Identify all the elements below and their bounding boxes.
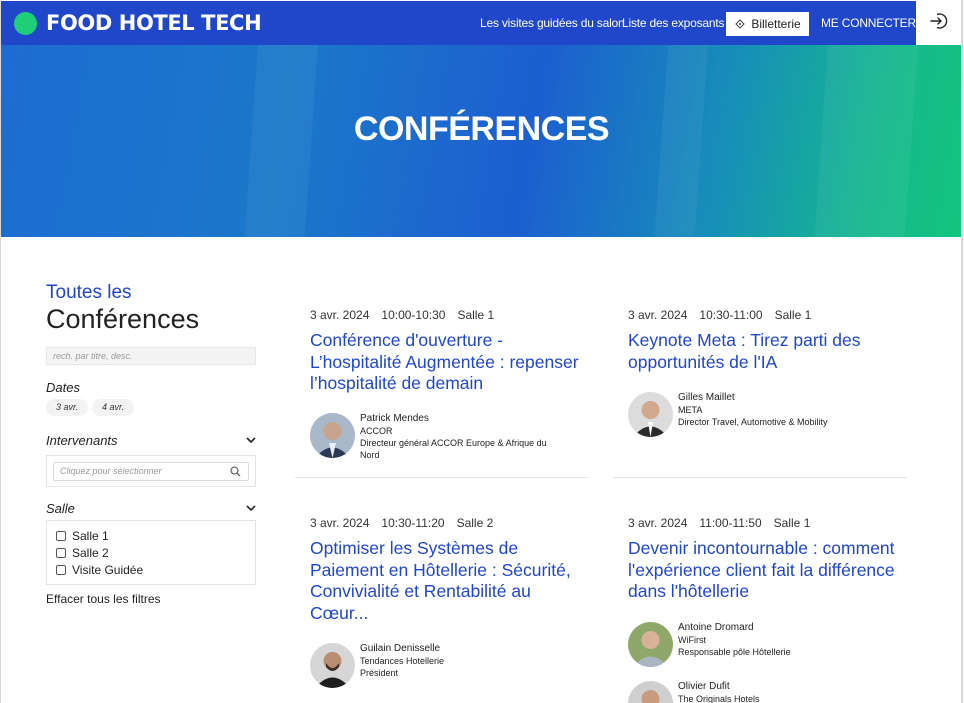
conference-date: 3 avr. 2024: [310, 308, 370, 322]
speaker-info: Antoine Dromard WiFirst Responsable pôle…: [678, 622, 878, 658]
intervenants-placeholder: Cliquez pour sélectionner: [60, 466, 162, 476]
speaker-company: Tendances Hotellerie: [360, 656, 445, 666]
search-icon: [230, 466, 241, 477]
speaker-role: Directeur général ACCOR Europe & Afrique…: [360, 438, 547, 460]
date-filter-pill[interactable]: 3 avr.: [46, 399, 89, 416]
conference-meta: 3 avr. 2024 10:30-11:20 Salle 2: [310, 516, 505, 530]
conference-meta: 3 avr. 2024 10:30-11:00 Salle 1: [628, 308, 823, 322]
salle-option[interactable]: Salle 2: [56, 546, 109, 560]
speaker-company: META: [678, 405, 703, 415]
salle-option[interactable]: Salle 1: [56, 529, 109, 543]
card-divider: [613, 477, 907, 478]
speaker-name: Antoine Dromard: [678, 622, 754, 633]
conference-time: 10:30-11:00: [699, 308, 763, 322]
brand-logo[interactable]: FOOD HOTEL TECH: [46, 9, 262, 37]
billetterie-button[interactable]: Billetterie: [726, 12, 809, 36]
me-connecter-link[interactable]: ME CONNECTER: [821, 16, 916, 31]
nav-liste-exposants[interactable]: Liste des exposants: [622, 16, 724, 31]
conference-room: Salle 1: [457, 308, 495, 322]
chevron-down-icon[interactable]: [245, 434, 257, 446]
conference-date: 3 avr. 2024: [310, 516, 370, 530]
hero-banner: CONFÉRENCES: [1, 45, 962, 237]
conference-title[interactable]: Devenir incontournable : comment l'expér…: [628, 538, 903, 603]
intervenants-filter: Cliquez pour sélectionner: [46, 455, 256, 487]
speaker-role: Responsable pôle Hôtellerie: [678, 647, 791, 657]
date-filter-pill[interactable]: 4 avr.: [92, 399, 135, 416]
checkbox[interactable]: [56, 565, 66, 575]
intervenants-select[interactable]: Cliquez pour sélectionner: [53, 462, 249, 481]
speaker-company: ACCOR: [360, 426, 393, 436]
speaker-avatar: [628, 392, 673, 437]
conference-date: 3 avr. 2024: [628, 308, 688, 322]
speaker-avatar: [628, 622, 673, 667]
checkbox[interactable]: [56, 531, 66, 541]
intervenants-label[interactable]: Intervenants: [46, 433, 118, 448]
speaker-info: Guilain Denisselle Tendances Hotellerie …: [360, 643, 560, 679]
conference-meta: 3 avr. 2024 10:00-10:30 Salle 1: [310, 308, 506, 322]
speaker-role: Président: [360, 668, 399, 678]
speaker-info: Olivier Dufit The Originals Hotels: [678, 681, 878, 703]
chevron-down-icon[interactable]: [245, 502, 257, 514]
page-title: CONFÉRENCES: [353, 110, 610, 148]
conference-title[interactable]: Optimiser les Systèmes de Paiement en Hô…: [310, 538, 585, 624]
speaker-avatar: [310, 643, 355, 688]
clear-filters-link[interactable]: Effacer tous les filtres: [46, 592, 161, 606]
ticket-icon: [734, 18, 746, 30]
login-arrow-icon: [929, 11, 949, 36]
conference-title[interactable]: Conférence d'ouverture - L’hospitalité A…: [310, 330, 585, 395]
speaker-company: WiFirst: [678, 635, 706, 645]
salle-option-label: Salle 2: [72, 546, 109, 560]
speaker-name: Olivier Dufit: [678, 681, 730, 692]
logo-dot-icon: [14, 12, 37, 35]
sidebar-title-line2: Conférences: [46, 304, 200, 334]
conference-title[interactable]: Keynote Meta : Tirez parti des opportuni…: [628, 330, 903, 373]
conference-time: 10:00-10:30: [381, 308, 446, 322]
salle-option-label: Visite Guidée: [72, 563, 144, 577]
search-input[interactable]: rech. par titre, desc.: [46, 347, 256, 365]
salle-label[interactable]: Salle: [46, 501, 75, 516]
salle-option-label: Salle 1: [72, 529, 109, 543]
salle-filter: Salle 1 Salle 2 Visite Guidée: [46, 520, 256, 585]
salle-option[interactable]: Visite Guidée: [56, 563, 143, 577]
speaker-name: Patrick Mendes: [360, 413, 429, 424]
conference-room: Salle 2: [456, 516, 494, 530]
dates-label: Dates: [46, 380, 80, 395]
card-divider: [295, 477, 589, 478]
nav-visites-guidees[interactable]: Les visites guidées du salon: [480, 16, 625, 31]
billetterie-label: Billetterie: [751, 17, 801, 31]
speaker-name: Guilain Denisselle: [360, 643, 441, 654]
conference-room: Salle 1: [773, 516, 811, 530]
speaker-info: Gilles Maillet META Director Travel, Aut…: [678, 392, 878, 428]
sidebar-title-line1: Toutes les: [46, 282, 132, 303]
speaker-company: The Originals Hotels: [678, 694, 760, 703]
speaker-avatar: [628, 681, 673, 703]
speaker-role: Director Travel, Automotive & Mobility: [678, 417, 828, 427]
speaker-avatar: [310, 413, 355, 458]
top-navbar: FOOD HOTEL TECH Les visites guidées du s…: [1, 1, 962, 46]
conference-time: 10:30-11:20: [381, 516, 445, 530]
login-button[interactable]: [916, 1, 962, 46]
conference-date: 3 avr. 2024: [628, 516, 688, 530]
frame-right-border: [961, 0, 963, 703]
speaker-info: Patrick Mendes ACCOR Directeur général A…: [360, 413, 560, 461]
conference-room: Salle 1: [774, 308, 812, 322]
conference-time: 11:00-11:50: [699, 516, 762, 530]
speaker-name: Gilles Maillet: [678, 392, 735, 403]
conference-meta: 3 avr. 2024 11:00-11:50 Salle 1: [628, 516, 822, 530]
checkbox[interactable]: [56, 548, 66, 558]
